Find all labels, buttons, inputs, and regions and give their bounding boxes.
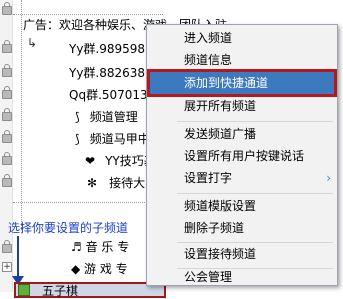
lock-icon	[2, 108, 12, 121]
snowflake-icon: ✻	[87, 176, 98, 190]
subchannel-row-music[interactable]: ♬ 音 乐 专	[71, 240, 129, 254]
subchannel-row-gomoku[interactable]: 五子棋	[14, 282, 166, 298]
context-menu: 进入频道 频道信息 添加到快捷通道 展开所有频道 发送频道广播 设置所有用户按键…	[146, 24, 338, 286]
menu-item-label: 频道模版设置	[184, 199, 257, 213]
menu-item-typing-settings[interactable]: 设置打字 ›	[147, 167, 337, 189]
menu-item-label: 设置打字	[184, 171, 233, 185]
submenu-arrow-icon: ›	[326, 171, 331, 185]
lock-icon	[2, 130, 12, 143]
tree-glyph-icon: ⟆	[75, 132, 80, 146]
lock-icon	[2, 152, 12, 165]
channel-row-label: 五子棋	[42, 284, 79, 298]
menu-item-expand-all[interactable]: 展开所有频道	[147, 95, 337, 117]
instruction-hint: 选择你要设置的子频道	[8, 221, 129, 235]
menu-item-enter-channel[interactable]: 进入频道	[147, 27, 337, 49]
tree-glyph-icon: ⟆	[75, 110, 80, 124]
subchannel-row-games[interactable]: ◆ 游 戏 专	[71, 262, 128, 276]
menu-item-label: 添加到快捷通道	[184, 76, 269, 90]
menu-item-label: 删除子频道	[184, 221, 245, 235]
channel-row[interactable]: ⟆ 频道马甲中	[75, 132, 150, 146]
channel-row[interactable]: Yy群.9895983.	[69, 42, 157, 56]
menu-item-add-to-shortcut[interactable]: 添加到快捷通道	[147, 69, 337, 97]
menu-separator	[177, 193, 333, 194]
menu-item-label: 公会管理	[184, 270, 233, 284]
channel-status-icon	[18, 284, 30, 296]
lock-icon	[2, 240, 12, 253]
menu-item-label: 设置所有用户按键说话	[184, 149, 305, 163]
menu-item-send-broadcast[interactable]: 发送频道广播	[147, 123, 337, 145]
lock-icon	[2, 86, 12, 99]
menu-item-channel-info[interactable]: 频道信息	[147, 49, 337, 71]
lock-icon	[2, 2, 12, 15]
channel-row-label: 频道管理	[89, 110, 138, 124]
branch-arrow-icon: ↳	[27, 36, 38, 50]
channel-row-label: Yy群.9895983.	[69, 42, 157, 56]
menu-item-template-settings[interactable]: 频道模版设置	[147, 195, 337, 217]
channel-row[interactable]: ✻ 接待大	[87, 176, 145, 190]
menu-separator	[177, 121, 333, 122]
tree-gutter: +	[0, 0, 13, 292]
menu-item-label: 展开所有频道	[184, 99, 257, 113]
channel-row-label: ♬ 音 乐 专	[71, 240, 130, 254]
lock-icon	[2, 64, 12, 77]
tree-divider	[13, 14, 163, 15]
lock-icon	[2, 174, 12, 187]
expand-toggle[interactable]: +	[2, 262, 12, 272]
menu-item-label: 进入频道	[184, 31, 233, 45]
channel-row-label: 接待大	[109, 176, 146, 190]
menu-item-push-to-talk-all[interactable]: 设置所有用户按键说话	[147, 145, 337, 167]
menu-item-delete-subchannel[interactable]: 删除子频道	[147, 217, 337, 239]
channel-row-label: Yy群.8826386.	[69, 66, 157, 80]
channel-row[interactable]: Yy群.8826386.	[69, 66, 157, 80]
tree-line	[21, 0, 22, 230]
menu-item-label: 发送频道广播	[184, 127, 257, 141]
channel-row-label: ◆ 游 戏 专	[71, 262, 128, 276]
tree-divider	[13, 202, 153, 203]
lock-icon	[2, 40, 12, 53]
channel-row-label: 频道马甲中	[89, 132, 150, 146]
channel-row[interactable]: ⟆ 频道管理	[75, 110, 138, 124]
menu-item-label: 设置接待频道	[184, 247, 257, 261]
menu-item-guild-management[interactable]: 公会管理	[147, 266, 337, 288]
menu-item-reception-channel[interactable]: 设置接待频道	[147, 243, 337, 265]
menu-item-label: 频道信息	[184, 53, 233, 67]
heart-icon: ❤	[85, 154, 96, 168]
pointer-arrow-icon	[17, 236, 19, 280]
